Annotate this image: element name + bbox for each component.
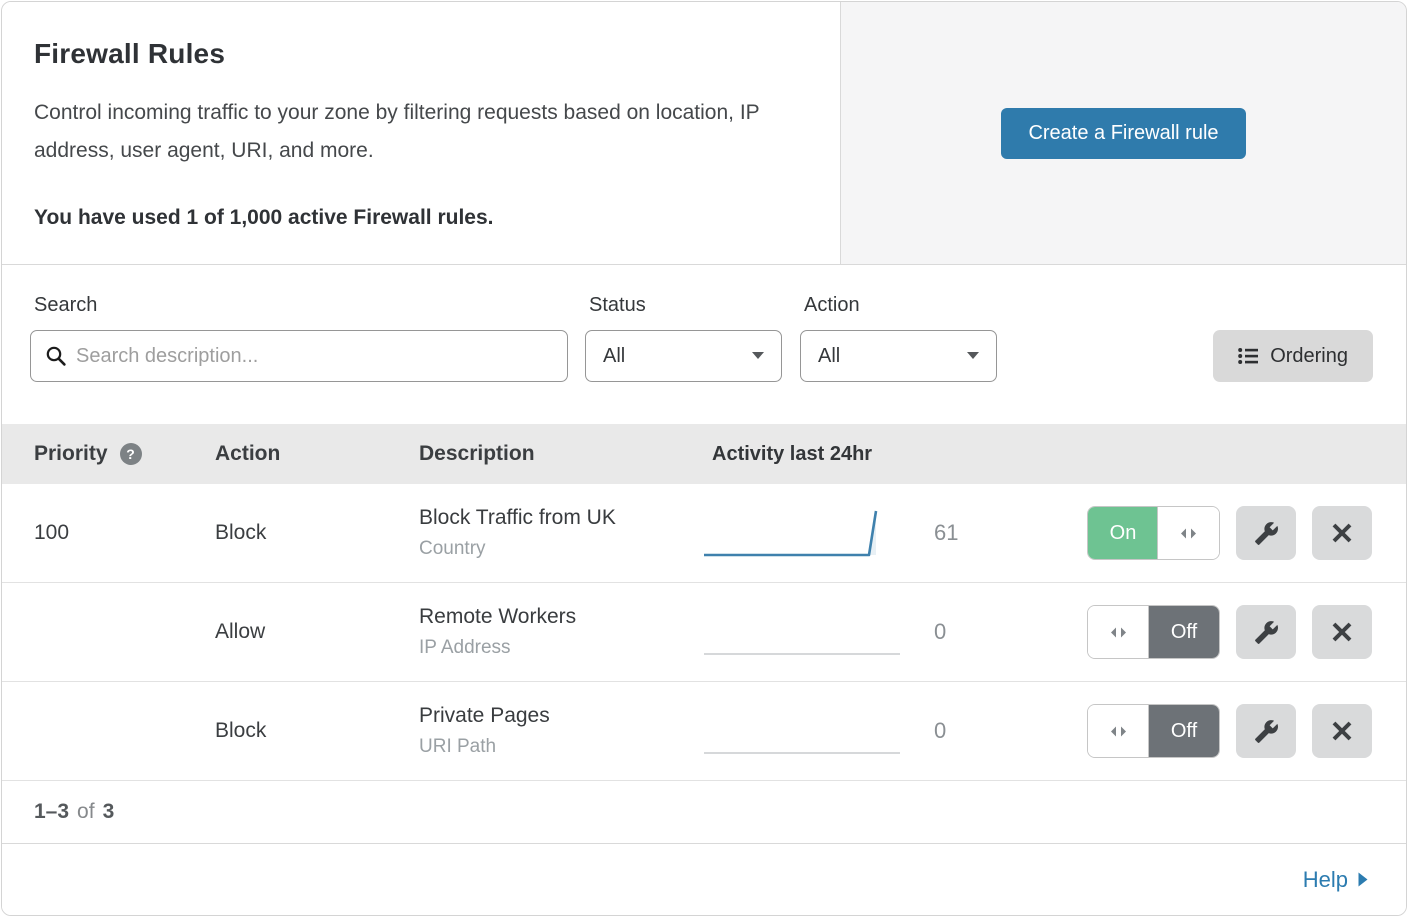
- column-priority: Priority: [34, 442, 108, 466]
- activity-sparkline: [702, 703, 902, 759]
- ordering-list-icon: [1238, 347, 1258, 365]
- search-input[interactable]: [76, 345, 553, 368]
- action-label: Action: [800, 294, 997, 317]
- toggle-knob: [1157, 507, 1219, 559]
- page-description: Control incoming traffic to your zone by…: [34, 94, 808, 170]
- rule-enabled-toggle[interactable]: On: [1087, 506, 1220, 560]
- activity-sparkline: [702, 604, 902, 660]
- rule-type: URI Path: [419, 736, 702, 758]
- activity-count: 0: [934, 718, 964, 744]
- activity-count: 61: [934, 520, 964, 546]
- rule-action: Block: [183, 521, 419, 545]
- column-activity: Activity last 24hr: [702, 443, 1406, 466]
- rule-description: Block Traffic from UK: [419, 506, 702, 530]
- delete-rule-button[interactable]: [1312, 605, 1372, 659]
- pagination-bar: 1–3 of 3: [2, 781, 1406, 843]
- ordering-button-label: Ordering: [1270, 345, 1348, 368]
- chevron-down-icon: [752, 352, 764, 360]
- edit-rule-button[interactable]: [1236, 704, 1296, 758]
- close-icon: [1331, 720, 1353, 742]
- activity-count: 0: [934, 619, 964, 645]
- rule-type: Country: [419, 538, 702, 560]
- search-box[interactable]: [30, 330, 568, 382]
- rule-enabled-toggle[interactable]: Off: [1087, 605, 1220, 659]
- table-header-row: Priority ? Action Description Activity l…: [2, 424, 1406, 484]
- help-link[interactable]: Help: [1303, 867, 1368, 893]
- action-select[interactable]: All: [800, 330, 997, 382]
- toggle-knob: [1088, 606, 1149, 658]
- rule-description: Private Pages: [419, 704, 702, 728]
- rule-priority: 100: [34, 521, 69, 545]
- action-field: Action All: [800, 294, 997, 382]
- edit-rule-button[interactable]: [1236, 605, 1296, 659]
- close-icon: [1331, 522, 1353, 544]
- action-selected-value: All: [818, 345, 840, 368]
- edit-rule-button[interactable]: [1236, 506, 1296, 560]
- search-field: Search: [30, 294, 568, 382]
- activity-sparkline: [702, 505, 902, 561]
- pagination-of: of: [77, 800, 95, 824]
- help-bar: Help: [2, 843, 1406, 915]
- table-row: Block Private Pages URI Path 0 Off: [2, 682, 1406, 781]
- column-action: Action: [183, 442, 419, 466]
- delete-rule-button[interactable]: [1312, 704, 1372, 758]
- rule-action: Block: [183, 719, 419, 743]
- wrench-icon: [1254, 620, 1279, 645]
- status-label: Status: [585, 294, 782, 317]
- header-action-panel: Create a Firewall rule: [841, 2, 1406, 264]
- toggle-state-label: Off: [1149, 606, 1219, 658]
- page-title: Firewall Rules: [34, 38, 808, 70]
- wrench-icon: [1254, 719, 1279, 744]
- priority-help-icon[interactable]: ?: [120, 443, 142, 465]
- ordering-button[interactable]: Ordering: [1213, 330, 1373, 382]
- rule-description: Remote Workers: [419, 605, 702, 629]
- toggle-state-label: On: [1088, 507, 1158, 559]
- toggle-state-label: Off: [1149, 705, 1219, 757]
- status-selected-value: All: [603, 345, 625, 368]
- search-icon: [45, 345, 67, 367]
- close-icon: [1331, 621, 1353, 643]
- header-text-block: Firewall Rules Control incoming traffic …: [2, 2, 841, 264]
- delete-rule-button[interactable]: [1312, 506, 1372, 560]
- filter-bar: Search Status All Action All: [2, 265, 1406, 424]
- pagination-range: 1–3: [34, 800, 69, 824]
- pagination-total: 3: [103, 800, 115, 824]
- status-select[interactable]: All: [585, 330, 782, 382]
- usage-note: You have used 1 of 1,000 active Firewall…: [34, 206, 808, 230]
- table-row: Allow Remote Workers IP Address 0 Off: [2, 583, 1406, 682]
- search-label: Search: [30, 294, 568, 317]
- create-firewall-rule-button[interactable]: Create a Firewall rule: [1001, 108, 1245, 159]
- chevron-right-icon: [1358, 872, 1368, 887]
- chevron-down-icon: [967, 352, 979, 360]
- help-link-label: Help: [1303, 867, 1348, 893]
- rule-type: IP Address: [419, 637, 702, 659]
- table-row: 100 Block Block Traffic from UK Country …: [2, 484, 1406, 583]
- wrench-icon: [1254, 521, 1279, 546]
- firewall-rules-panel: Firewall Rules Control incoming traffic …: [1, 1, 1407, 916]
- toggle-knob: [1088, 705, 1149, 757]
- header-section: Firewall Rules Control incoming traffic …: [2, 2, 1406, 265]
- status-field: Status All: [585, 294, 782, 382]
- rule-enabled-toggle[interactable]: Off: [1087, 704, 1220, 758]
- rule-action: Allow: [183, 620, 419, 644]
- column-description: Description: [419, 442, 702, 466]
